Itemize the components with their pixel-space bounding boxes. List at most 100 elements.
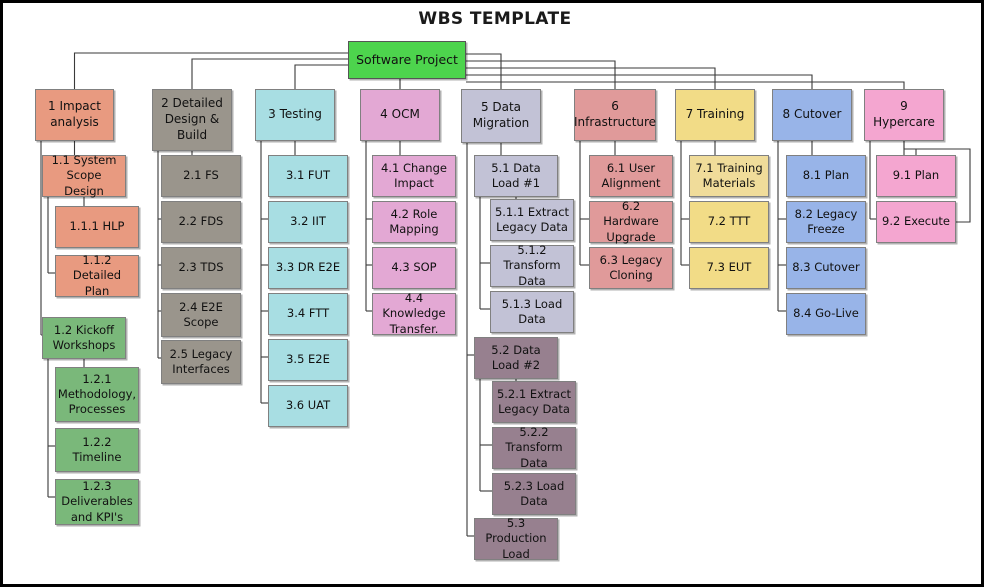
node-label: 6.2 Hardware Upgrade bbox=[603, 199, 659, 244]
node-5-data-migration[interactable]: 5 Data Migration bbox=[461, 89, 541, 143]
node-7-training[interactable]: 7 Training bbox=[675, 89, 755, 141]
node-5-1-2-transform-data[interactable]: 5.1.2 Transform Data bbox=[490, 243, 574, 288]
node-3-2-iit[interactable]: 3.2 IIT bbox=[268, 201, 348, 243]
node-2-5-legacy-interfaces[interactable]: 2.5 Legacy Interfaces bbox=[161, 340, 241, 384]
node-label: 7.2 TTT bbox=[707, 214, 751, 229]
node-label: 3.1 FUT bbox=[285, 168, 330, 183]
node-label: 1.2 Kickoff Workshops bbox=[52, 322, 116, 352]
node-label: 1.2.2 Timeline bbox=[72, 434, 122, 464]
node-label: 5.1.1 Extract Legacy Data bbox=[494, 204, 570, 234]
node-7-3-eut[interactable]: 7.3 EUT bbox=[689, 247, 769, 289]
node-5-2-1-extract-legacy-data[interactable]: 5.2.1 Extract Legacy Data bbox=[492, 381, 576, 423]
node-label: 7 Training bbox=[685, 107, 745, 122]
node-label: 4.4 Knowledge Transfer. bbox=[382, 291, 446, 336]
node-9-1-plan[interactable]: 9.1 Plan bbox=[876, 155, 956, 197]
node-3-5-e2e[interactable]: 3.5 E2E bbox=[268, 339, 348, 381]
node-label: 2 Detailed Design & Build bbox=[161, 96, 223, 142]
node-label: 5.1 Data Load #1 bbox=[491, 160, 541, 190]
node-label: 6.1 User Alignment bbox=[601, 160, 661, 190]
node-label: 9.2 Execute bbox=[882, 214, 950, 229]
wbs-diagram-canvas: WBS TEMPLATE Software Project 1 Impact an… bbox=[0, 0, 984, 587]
node-label: 8 Cutover bbox=[782, 107, 842, 122]
node-label: 2.3 TDS bbox=[178, 260, 224, 275]
node-6-infrastructure[interactable]: 6 Infrastructure bbox=[574, 89, 656, 141]
node-2-detailed-design-build[interactable]: 2 Detailed Design & Build bbox=[152, 89, 232, 151]
node-label: 2.2 FDS bbox=[178, 214, 224, 229]
node-6-3-legacy-cloning[interactable]: 6.3 Legacy Cloning bbox=[589, 247, 673, 289]
node-label: 1.2.1 Methodology, Processes bbox=[57, 371, 137, 417]
node-label: 4 OCM bbox=[380, 107, 420, 122]
node-5-2-2-transform-data[interactable]: 5.2.2 Transform Data bbox=[492, 425, 576, 470]
node-label: 5.2 Data Load #2 bbox=[491, 342, 541, 372]
node-label: 6.3 Legacy Cloning bbox=[599, 252, 663, 282]
node-label: 3.3 DR E2E bbox=[275, 260, 341, 275]
node-1-1-1-hlp[interactable]: 1.1.1 HLP bbox=[55, 206, 139, 248]
node-9-hypercare[interactable]: 9 Hypercare bbox=[864, 89, 944, 141]
node-2-1-fs[interactable]: 2.1 FS bbox=[161, 155, 241, 197]
node-2-3-tds[interactable]: 2.3 TDS bbox=[161, 247, 241, 289]
node-8-1-plan[interactable]: 8.1 Plan bbox=[786, 155, 866, 197]
node-4-ocm[interactable]: 4 OCM bbox=[360, 89, 440, 141]
node-label: 4.2 Role Mapping bbox=[389, 206, 439, 236]
node-4-3-sop[interactable]: 4.3 SOP bbox=[372, 247, 456, 289]
node-3-6-uat[interactable]: 3.6 UAT bbox=[268, 385, 348, 427]
node-1-2-3-deliverables-and-kpi-s[interactable]: 1.2.3 Deliverables and KPI's bbox=[55, 479, 139, 525]
node-5-1-1-extract-legacy-data[interactable]: 5.1.1 Extract Legacy Data bbox=[490, 199, 574, 241]
node-4-4-knowledge-transfer[interactable]: 4.4 Knowledge Transfer. bbox=[372, 291, 456, 336]
node-7-1-training-materials[interactable]: 7.1 Training Materials bbox=[689, 155, 769, 197]
node-6-2-hardware-upgrade[interactable]: 6.2 Hardware Upgrade bbox=[589, 199, 673, 244]
node-1-2-1-methodology-processes[interactable]: 1.2.1 Methodology, Processes bbox=[55, 367, 139, 422]
node-7-2-ttt[interactable]: 7.2 TTT bbox=[689, 201, 769, 243]
node-label: 4.3 SOP bbox=[391, 260, 437, 275]
node-3-3-dr-e2e[interactable]: 3.3 DR E2E bbox=[268, 247, 348, 289]
node-label: 7.1 Training Materials bbox=[695, 160, 763, 190]
node-8-cutover[interactable]: 8 Cutover bbox=[772, 89, 852, 141]
node-5-2-3-load-data[interactable]: 5.2.3 Load Data bbox=[492, 473, 576, 515]
node-label: 2.5 Legacy Interfaces bbox=[169, 346, 233, 376]
node-3-testing[interactable]: 3 Testing bbox=[255, 89, 335, 141]
node-4-1-change-impact[interactable]: 4.1 Change Impact bbox=[372, 155, 456, 197]
node-8-2-legacy-freeze[interactable]: 8.2 Legacy Freeze bbox=[786, 201, 866, 243]
node-label: 1.1.2 Detailed Plan bbox=[72, 253, 122, 298]
node-1-impact-analysis[interactable]: 1 Impact analysis bbox=[35, 89, 114, 141]
node-label: 3 Testing bbox=[268, 107, 322, 122]
node-label: 1.2.3 Deliverables and KPI's bbox=[61, 479, 133, 524]
node-label: 3.6 UAT bbox=[285, 398, 331, 413]
node-label: 5.2.1 Extract Legacy Data bbox=[496, 386, 572, 416]
node-label: 9.1 Plan bbox=[892, 168, 940, 183]
node-label: 8.1 Plan bbox=[802, 168, 850, 183]
node-8-4-go-live[interactable]: 8.4 Go-Live bbox=[786, 293, 866, 335]
node-6-1-user-alignment[interactable]: 6.1 User Alignment bbox=[589, 155, 673, 197]
node-5-3-production-load[interactable]: 5.3 Production Load bbox=[474, 516, 558, 561]
node-8-3-cutover[interactable]: 8.3 Cutover bbox=[786, 247, 866, 289]
node-label: 3.4 FTT bbox=[286, 306, 330, 321]
node-label: 5.1.2 Transform Data bbox=[503, 243, 561, 288]
node-label: 1.1 System Scope Design bbox=[51, 153, 117, 198]
node-5-2-data-load-2[interactable]: 5.2 Data Load #2 bbox=[474, 337, 558, 379]
node-3-4-ftt[interactable]: 3.4 FTT bbox=[268, 293, 348, 335]
node-label: Software Project bbox=[356, 51, 458, 67]
node-label: 2.4 E2E Scope bbox=[179, 299, 223, 329]
node-software-project[interactable]: Software Project bbox=[348, 41, 466, 79]
node-9-2-execute[interactable]: 9.2 Execute bbox=[876, 201, 956, 243]
node-label: 2.1 FS bbox=[183, 168, 219, 183]
node-2-2-fds[interactable]: 2.2 FDS bbox=[161, 201, 241, 243]
node-2-4-e2e-scope[interactable]: 2.4 E2E Scope bbox=[161, 293, 241, 337]
node-label: 5.1.3 Load Data bbox=[501, 296, 563, 326]
node-5-1-3-load-data[interactable]: 5.1.3 Load Data bbox=[490, 291, 574, 333]
node-label: 7.3 EUT bbox=[706, 260, 752, 275]
node-label: 3.5 E2E bbox=[286, 352, 330, 367]
node-1-2-2-timeline[interactable]: 1.2.2 Timeline bbox=[55, 428, 139, 472]
node-label: 6 Infrastructure bbox=[573, 99, 657, 129]
node-label: 5.2.2 Transform Data bbox=[505, 425, 563, 470]
node-1-2-kickoff-workshops[interactable]: 1.2 Kickoff Workshops bbox=[42, 317, 126, 359]
node-label: 4.1 Change Impact bbox=[381, 160, 447, 190]
node-3-1-fut[interactable]: 3.1 FUT bbox=[268, 155, 348, 197]
node-label: 8.4 Go-Live bbox=[793, 306, 859, 321]
node-1-1-system-scope-design[interactable]: 1.1 System Scope Design bbox=[42, 153, 126, 198]
node-1-1-2-detailed-plan[interactable]: 1.1.2 Detailed Plan bbox=[55, 253, 139, 298]
node-label: 8.2 Legacy Freeze bbox=[794, 206, 858, 236]
node-5-1-data-load-1[interactable]: 5.1 Data Load #1 bbox=[474, 155, 558, 197]
node-4-2-role-mapping[interactable]: 4.2 Role Mapping bbox=[372, 201, 456, 243]
node-label: 1 Impact analysis bbox=[48, 99, 101, 129]
